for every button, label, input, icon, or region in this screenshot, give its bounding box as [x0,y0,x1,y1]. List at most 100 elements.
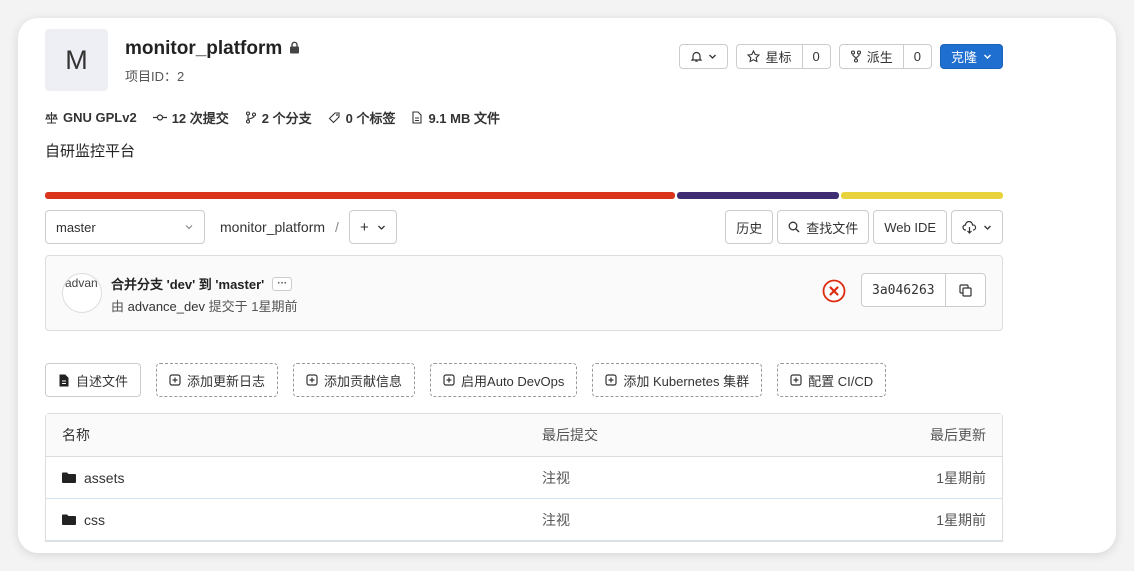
breadcrumb-separator: / [335,219,339,235]
commit-meta-suffix: 提交于 1星期前 [208,299,298,314]
copy-sha-button[interactable] [944,274,985,306]
history-label: 历史 [736,220,763,236]
column-name: 名称 [62,427,90,443]
table-row[interactable]: assets 注视 1星期前 [46,457,1002,499]
plus-square-icon [169,374,181,386]
commit-meta-prefix: 由 [111,299,125,314]
star-icon [747,50,761,63]
pipeline-failed-icon[interactable] [822,279,846,303]
lock-icon [289,38,300,60]
license-link[interactable]: GNU GPLv2 [45,108,137,127]
branch-icon [245,111,256,124]
commit-author[interactable]: advance_dev [128,299,205,314]
file-icon [59,374,69,386]
star-count[interactable]: 0 [801,45,830,68]
project-stats: GNU GPLv2 12 次提交 2 个分支 0 个标签 9.1 MB 文件 [45,108,500,127]
commit-title[interactable]: 合并分支 'dev' 到 'master' [111,274,264,293]
branch-row: master monitor_platform / + 历史 查找文件 Web … [45,210,1003,244]
configure-cicd-label: 配置 CI/CD [808,373,874,389]
commit-sha[interactable]: 3a046263 [862,274,945,306]
chevron-down-icon [377,225,385,230]
chevron-down-icon [185,225,193,230]
project-card: M monitor_platform 项目ID：2 星标 0 派生 0 克隆 G… [18,18,1116,553]
readme-label: 自述文件 [76,373,129,389]
chevron-down-icon [709,54,717,59]
project-header: monitor_platform 项目ID：2 [125,38,300,85]
files-link[interactable]: 9.1 MB 文件 [411,108,500,127]
branch-name: master [56,219,96,235]
enable-auto-devops-label: 启用Auto DevOps [461,373,565,389]
notification-dropdown[interactable] [679,44,729,69]
copy-icon [959,283,972,297]
add-kubernetes-button[interactable]: 添加 Kubernetes 集群 [592,363,763,397]
file-name-cell[interactable]: css [62,512,542,528]
fork-count[interactable]: 0 [902,45,931,68]
commits-text: 12 次提交 [171,111,229,126]
branch-selector[interactable]: master [45,210,205,244]
file-table: 名称 最后提交 最后更新 assets 注视 1星期前 css 注视 1星期前 [45,413,1003,542]
file-last-commit[interactable]: 注视 [542,510,786,530]
history-button[interactable]: 历史 [725,210,774,244]
fork-button[interactable]: 派生 [840,45,903,68]
commits-link[interactable]: 12 次提交 [152,108,229,127]
table-row[interactable]: css 注视 1星期前 [46,499,1002,541]
add-file-dropdown[interactable]: + [348,210,397,244]
fork-button-group: 派生 0 [838,44,932,69]
plus-square-icon [443,374,455,386]
last-commit-panel: advan 合并分支 'dev' 到 'master' ··· 由 advanc… [45,255,1003,331]
column-last-update: 最后更新 [930,427,986,443]
add-kubernetes-label: 添加 Kubernetes 集群 [623,373,750,389]
files-text: 9.1 MB 文件 [428,111,500,126]
commit-avatar-alt: advan [65,276,98,290]
project-id: 项目ID：2 [125,69,185,84]
enable-auto-devops-button[interactable]: 启用Auto DevOps [430,363,578,397]
cloud-download-icon [962,220,977,234]
language-segment [840,192,1004,199]
file-name[interactable]: assets [84,470,124,486]
project-title[interactable]: monitor_platform [125,38,282,60]
commit-title-row: 合并分支 'dev' 到 'master' ··· [111,274,293,293]
star-button[interactable]: 星标 [737,45,801,68]
add-changelog-label: 添加更新日志 [187,373,266,389]
commit-expand-button[interactable]: ··· [272,276,293,291]
find-file-button[interactable]: 查找文件 [777,210,870,244]
download-dropdown[interactable] [951,210,1003,244]
plus-square-icon [605,374,617,386]
project-actions: 星标 0 派生 0 克隆 [679,44,1003,69]
notification-button-content [680,45,727,68]
add-contributing-button[interactable]: 添加贡献信息 [293,363,416,397]
readme-button[interactable]: 自述文件 [45,363,142,397]
clone-button[interactable]: 克隆 [939,44,1003,69]
tags-text: 0 个标签 [345,111,396,126]
breadcrumb-root[interactable]: monitor_platform [220,219,325,235]
file-name[interactable]: css [84,512,105,528]
project-description: 自研监控平台 [45,143,136,160]
star-button-group: 星标 0 [736,44,831,69]
language-bar [45,192,1004,199]
search-icon [788,221,800,233]
web-ide-button[interactable]: Web IDE [873,210,947,244]
add-contributing-label: 添加贡献信息 [324,373,403,389]
commit-icon [152,114,167,121]
branches-link[interactable]: 2 个分支 [245,108,312,127]
commit-meta: 由 advance_dev 提交于 1星期前 [111,296,297,315]
project-avatar-letter: M [65,44,88,75]
breadcrumb: monitor_platform / + [220,210,397,244]
file-last-commit[interactable]: 注视 [542,468,786,488]
tags-link[interactable]: 0 个标签 [328,108,396,127]
folder-icon [62,514,76,525]
clone-label: 克隆 [950,50,977,65]
commit-sha-group: 3a046263 [861,273,986,307]
configure-cicd-button[interactable]: 配置 CI/CD [777,363,887,397]
file-last-update: 1星期前 [936,511,986,528]
branches-text: 2 个分支 [261,111,312,126]
add-changelog-button[interactable]: 添加更新日志 [156,363,279,397]
find-file-label: 查找文件 [806,220,859,236]
folder-icon [62,472,76,483]
commit-author-avatar[interactable]: advan [62,273,102,313]
plus-icon: + [359,218,369,236]
language-segment [45,192,675,199]
file-table-header: 名称 最后提交 最后更新 [46,414,1002,457]
project-title-row: monitor_platform [125,38,300,60]
file-name-cell[interactable]: assets [62,470,542,486]
